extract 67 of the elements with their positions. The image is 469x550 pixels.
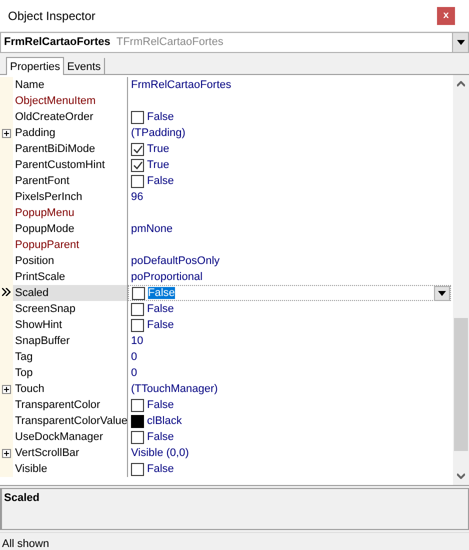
checkbox[interactable] [131, 110, 144, 124]
close-button[interactable]: x [437, 6, 455, 24]
scrollbar-thumb[interactable] [454, 318, 468, 451]
checkbox[interactable] [131, 398, 144, 412]
property-name[interactable]: ParentBiDiMode [13, 141, 128, 157]
property-name[interactable]: PopupMenu [13, 205, 128, 221]
checkbox[interactable] [131, 174, 144, 188]
property-value[interactable]: 0 [131, 349, 453, 365]
property-name[interactable]: VertScrollBar [13, 445, 128, 461]
property-value[interactable]: False [147, 109, 453, 125]
checkbox[interactable] [131, 158, 144, 172]
property-name[interactable]: UseDockManager [13, 429, 128, 445]
property-value[interactable]: (TPadding) [131, 125, 453, 141]
property-name[interactable]: OldCreateOrder [13, 109, 128, 125]
property-name[interactable]: PopupMode [13, 221, 128, 237]
property-value[interactable]: clBlack [147, 413, 453, 429]
property-value[interactable]: 0 [131, 365, 453, 381]
property-value[interactable]: pmNone [131, 221, 453, 237]
property-name[interactable]: Padding [13, 125, 128, 141]
expand-icon[interactable] [2, 448, 11, 458]
property-value[interactable]: False [147, 173, 453, 189]
status-text: All shown [2, 538, 50, 550]
property-name[interactable]: Name [13, 77, 128, 93]
property-name[interactable]: Top [13, 365, 128, 381]
object-selector[interactable]: FrmRelCartaoFortes TFrmRelCartaoFortes [0, 32, 469, 53]
property-name[interactable]: ScreenSnap [13, 301, 128, 317]
property-value[interactable]: Visible (0,0) [131, 445, 453, 461]
property-name[interactable]: Tag [13, 349, 128, 365]
property-value[interactable]: 96 [131, 189, 453, 205]
checkbox[interactable] [131, 462, 144, 476]
checkbox[interactable] [131, 302, 144, 316]
property-name[interactable]: PopupParent [13, 237, 128, 253]
property-value[interactable]: False [147, 317, 453, 333]
dropdown-arrow-icon [456, 40, 464, 45]
property-value[interactable]: 10 [131, 333, 453, 349]
window-title: Object Inspector [8, 8, 96, 24]
checkbox[interactable] [131, 430, 144, 444]
property-value[interactable]: False [147, 301, 453, 317]
property-value[interactable]: True [147, 157, 453, 173]
description-title: Scaled [4, 492, 40, 504]
scroll-down-icon[interactable] [457, 473, 465, 479]
tab[interactable]: Properties [6, 57, 64, 75]
property-name[interactable]: Position [13, 253, 128, 269]
property-name[interactable]: TransparentColor [13, 397, 128, 413]
property-name[interactable]: TransparentColorValue [13, 413, 128, 429]
property-value[interactable]: FrmRelCartaoFortes [131, 77, 453, 93]
property-name[interactable]: ParentFont [13, 173, 128, 189]
property-value[interactable]: False [147, 397, 453, 413]
property-name[interactable]: Visible [13, 461, 128, 477]
property-value[interactable]: False [147, 461, 453, 477]
property-value[interactable]: (TTouchManager) [131, 381, 453, 397]
property-name[interactable]: ShowHint [13, 317, 128, 333]
property-name[interactable]: SnapBuffer [13, 333, 128, 349]
checkbox[interactable] [131, 142, 144, 156]
property-name[interactable]: Touch [13, 381, 128, 397]
property-value[interactable]: poProportional [131, 269, 453, 285]
scroll-up-icon[interactable] [457, 81, 465, 87]
property-name[interactable]: Scaled [13, 285, 128, 301]
property-name[interactable]: PixelsPerInch [13, 189, 128, 205]
property-name[interactable]: ObjectMenuItem [13, 93, 128, 109]
checkbox[interactable] [131, 318, 144, 332]
property-value[interactable]: True [147, 141, 453, 157]
expand-icon[interactable] [2, 128, 11, 138]
property-name[interactable]: ParentCustomHint [13, 157, 128, 173]
expand-icon[interactable] [2, 384, 11, 394]
property-value[interactable]: False [147, 429, 453, 445]
property-value[interactable]: poDefaultPosOnly [131, 253, 453, 269]
